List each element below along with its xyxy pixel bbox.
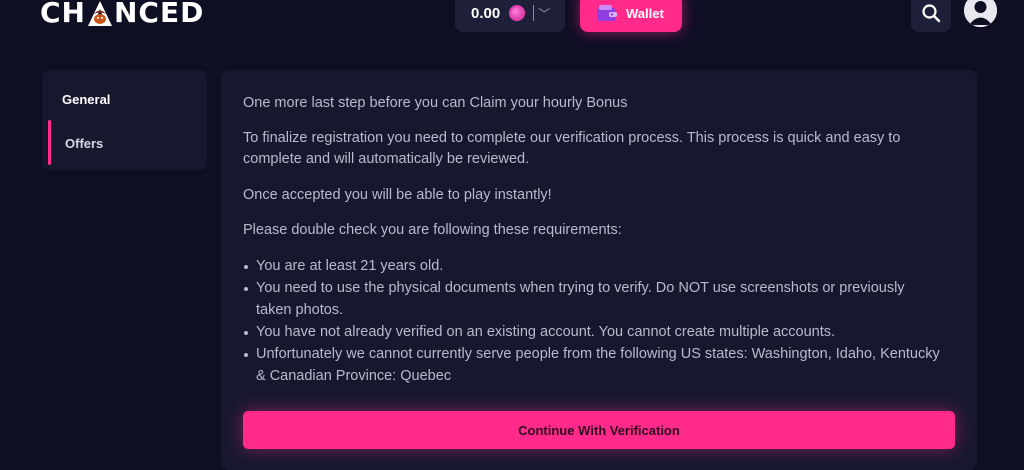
intro-text: One more last step before you can Claim … — [243, 95, 628, 111]
user-icon — [964, 0, 997, 27]
check-text: Please double check you are following th… — [243, 222, 622, 238]
balance-selector[interactable]: 0.00 ﹀ — [455, 0, 565, 32]
list-item: Unfortunately we cannot currently serve … — [243, 343, 943, 387]
wallet-button[interactable]: Wallet — [580, 0, 682, 32]
logo-text-end: NCED — [113, 0, 205, 29]
continue-verification-button[interactable]: Continue With Verification — [243, 411, 955, 449]
top-bar: CH NCED 0.00 ﹀ Wallet — [0, 0, 1024, 48]
chevron-down-icon[interactable]: ﹀ — [538, 5, 550, 22]
search-button[interactable] — [911, 0, 951, 32]
active-indicator — [48, 120, 51, 165]
search-icon — [922, 4, 941, 23]
list-item: You need to use the physical documents w… — [243, 277, 943, 321]
balance-divider — [533, 5, 535, 21]
logo-a-mark-icon — [87, 0, 113, 27]
sidebar-item-offers[interactable]: Offers — [65, 136, 103, 151]
sidebar-item-general[interactable]: General — [62, 92, 110, 107]
balance-amount: 0.00 — [471, 4, 501, 22]
coin-icon — [509, 5, 526, 21]
accepted-text: Once accepted you will be able to play i… — [243, 187, 552, 203]
sidebar: General Offers — [42, 70, 207, 170]
logo-text-start: CH — [40, 0, 86, 29]
logo[interactable]: CH NCED — [40, 0, 204, 29]
avatar[interactable] — [964, 0, 997, 27]
wallet-icon — [596, 4, 618, 22]
requirements-list: You are at least 21 years old. You need … — [243, 255, 943, 387]
verification-panel: One more last step before you can Claim … — [221, 70, 977, 470]
list-item: You are at least 21 years old. — [243, 255, 943, 277]
finalize-text: To finalize registration you need to com… — [243, 130, 901, 167]
wallet-label: Wallet — [626, 5, 664, 21]
list-item: You have not already verified on an exis… — [243, 321, 943, 343]
